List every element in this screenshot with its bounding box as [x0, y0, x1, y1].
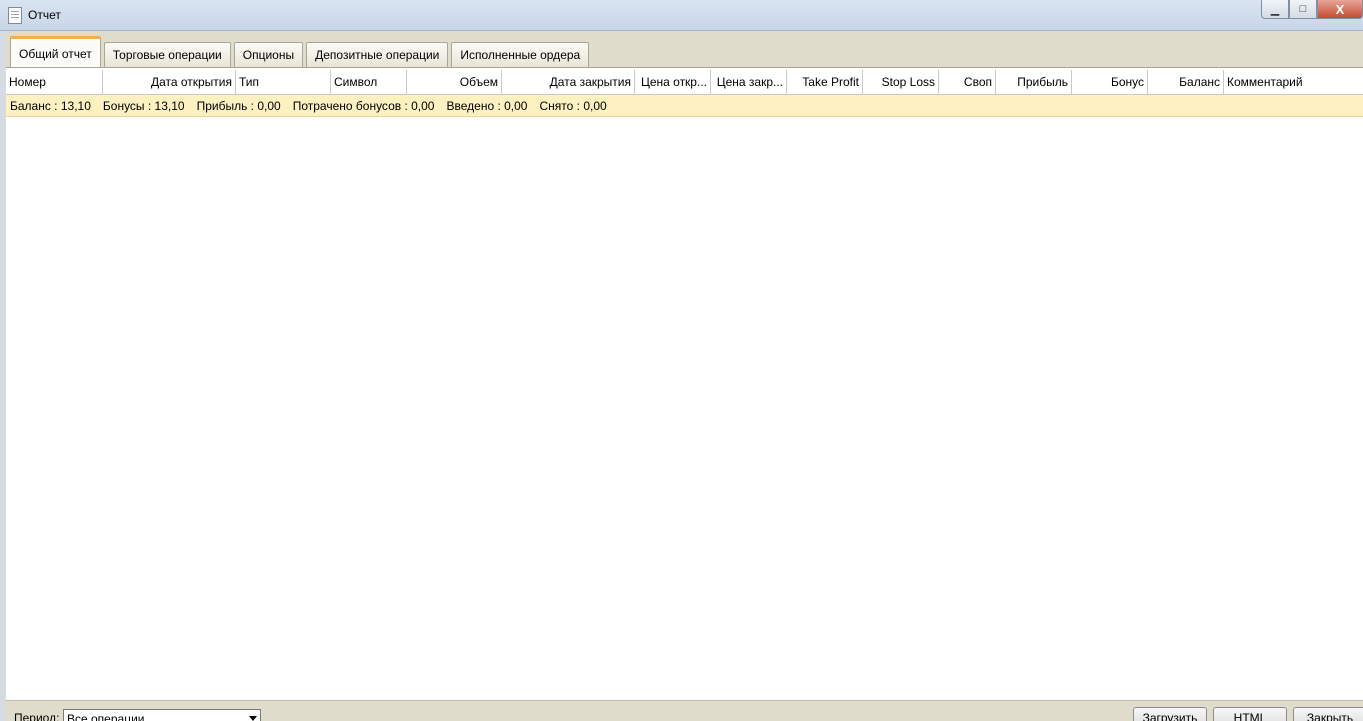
- column-header-stop-loss[interactable]: Stop Loss: [863, 70, 939, 94]
- period-label: Период:: [14, 711, 60, 721]
- column-header-open-date[interactable]: Дата открытия: [103, 70, 236, 94]
- client-area: Общий отчет Торговые операции Опционы Де…: [6, 31, 1363, 721]
- close-button[interactable]: Закрыть: [1293, 707, 1363, 721]
- column-header-comment[interactable]: Комментарий: [1224, 70, 1363, 94]
- column-header-number[interactable]: Номер: [6, 70, 103, 94]
- summary-spent-bonuses: Потрачено бонусов : 0,00: [292, 98, 435, 113]
- tab-strip: Общий отчет Торговые операции Опционы Де…: [10, 36, 592, 68]
- period-dropdown[interactable]: Все операции: [63, 709, 261, 721]
- summary-profit: Прибыль : 0,00: [196, 98, 281, 113]
- maximize-button[interactable]: □: [1289, 0, 1317, 19]
- tab-executed-orders[interactable]: Исполненные ордера: [451, 42, 590, 67]
- summary-row[interactable]: Баланс : 13,10 Бонусы : 13,10 Прибыль : …: [6, 95, 1363, 117]
- tab-general-report[interactable]: Общий отчет: [10, 36, 101, 68]
- title-bar[interactable]: Отчет ▁ □ X: [0, 0, 1363, 31]
- period-dropdown-value: Все операции: [67, 712, 145, 721]
- column-header-volume[interactable]: Объем: [407, 70, 502, 94]
- column-header-bonus[interactable]: Бонус: [1072, 70, 1148, 94]
- column-header-close-price[interactable]: Цена закр...: [711, 70, 787, 94]
- minimize-button[interactable]: ▁: [1261, 0, 1289, 19]
- column-header-take-profit[interactable]: Take Profit: [787, 70, 863, 94]
- report-panel: Номер Дата открытия Тип Символ Объем Дат…: [6, 67, 1363, 700]
- html-button[interactable]: HTML: [1213, 707, 1287, 721]
- tab-deposit-operations[interactable]: Депозитные операции: [306, 42, 449, 67]
- summary-bonuses: Бонусы : 13,10: [102, 98, 185, 113]
- column-header-type[interactable]: Тип: [236, 70, 331, 94]
- summary-deposited: Введено : 0,00: [446, 98, 528, 113]
- column-header-symbol[interactable]: Символ: [331, 70, 407, 94]
- column-header-profit[interactable]: Прибыль: [996, 70, 1072, 94]
- window-title: Отчет: [28, 8, 61, 22]
- close-window-button[interactable]: X: [1317, 0, 1363, 19]
- tab-options[interactable]: Опционы: [233, 42, 304, 67]
- column-header-close-date[interactable]: Дата закрытия: [502, 70, 635, 94]
- window-controls: ▁ □ X: [1261, 0, 1363, 20]
- tab-trade-operations[interactable]: Торговые операции: [103, 42, 231, 67]
- column-header-balance[interactable]: Баланс: [1148, 70, 1224, 94]
- document-icon: [8, 7, 22, 24]
- column-header-swap[interactable]: Своп: [939, 70, 996, 94]
- chevron-down-icon: [249, 716, 257, 721]
- table-header: Номер Дата открытия Тип Символ Объем Дат…: [6, 70, 1363, 95]
- footer-bar: Период: Все операции Загрузить HTML Закр…: [6, 700, 1363, 721]
- load-button[interactable]: Загрузить: [1133, 707, 1207, 721]
- report-window: Отчет ▁ □ X Общий отчет Торговые операци…: [0, 0, 1363, 721]
- column-header-open-price[interactable]: Цена откр...: [635, 70, 711, 94]
- summary-withdrawn: Снято : 0,00: [539, 98, 607, 113]
- summary-balance: Баланс : 13,10: [10, 98, 91, 113]
